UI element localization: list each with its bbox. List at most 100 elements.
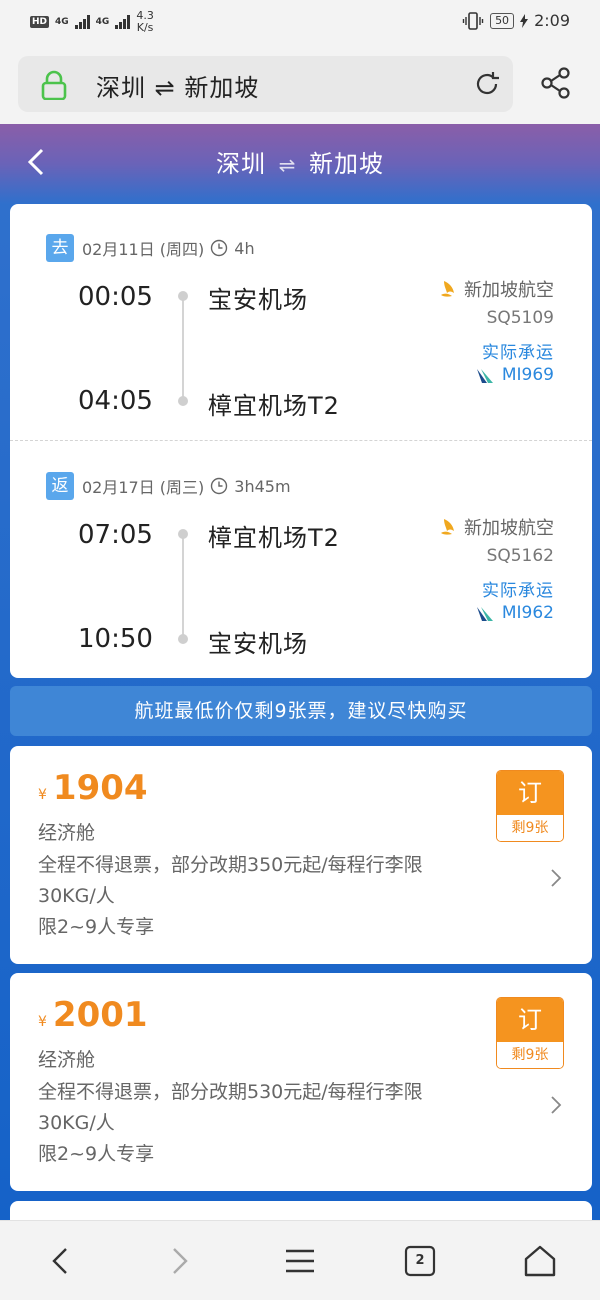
outbound-arrival-airport: 樟宜机场T2 xyxy=(208,392,340,420)
outbound-date: 02月11日 (周四) xyxy=(82,240,205,259)
return-operating-flight-number: MI962 xyxy=(501,603,554,623)
route-line xyxy=(182,534,184,640)
tab-count: 2 xyxy=(415,1253,425,1268)
return-arrival-airport: 宝安机场 xyxy=(208,630,308,658)
reload-icon[interactable] xyxy=(473,70,501,98)
return-airline-name: 新加坡航空 xyxy=(464,518,554,539)
cabin-class: 经济舱 xyxy=(38,1049,96,1071)
outbound-airline-name: 新加坡航空 xyxy=(464,280,554,301)
return-flight-number: SQ5162 xyxy=(486,546,554,566)
signal-icon-2 xyxy=(115,15,131,29)
return-arrival-time: 10:50 xyxy=(78,624,153,654)
singapore-airlines-logo-icon xyxy=(441,281,454,297)
nav-back-icon[interactable] xyxy=(48,1243,72,1279)
fare-rules: 全程不得退票，部分改期350元起/每程行李限30KG/人 限2~9人专享 xyxy=(38,850,458,943)
book-label: 订 xyxy=(497,771,563,815)
outbound-actual-carrier-label: 实际承运 xyxy=(482,343,554,363)
hd-indicator: HD xyxy=(30,16,50,28)
outbound-departure-airport: 宝安机场 xyxy=(208,286,308,314)
signal-icon xyxy=(74,15,90,29)
status-right: 50 2:09 xyxy=(462,11,570,30)
outbound-duration: 4h xyxy=(234,238,255,258)
tabs-button[interactable]: 2 xyxy=(403,1243,437,1279)
tickets-remaining: 剩9张 xyxy=(497,1042,563,1068)
app-header: 深圳 ⇌ 新加坡 xyxy=(0,124,600,204)
fare-card[interactable]: ¥ 2001 经济舱 全程不得退票，部分改期530元起/每程行李限30KG/人 … xyxy=(10,973,592,1191)
refund-baggage-rule: 全程不得退票，部分改期350元起/每程行李限30KG/人 xyxy=(38,854,423,907)
price-value: 2001 xyxy=(52,995,148,1035)
refund-baggage-rule: 全程不得退票，部分改期530元起/每程行李限30KG/人 xyxy=(38,1081,423,1134)
currency-symbol: ¥ xyxy=(38,787,47,803)
return-actual-carrier-label: 实际承运 xyxy=(482,581,554,601)
vibrate-icon xyxy=(462,11,484,30)
status-left: HD 4G 4G 4.3 K/s xyxy=(30,10,154,34)
title-from: 深圳 xyxy=(215,150,266,178)
segment-divider xyxy=(10,440,592,441)
outbound-segment: 去 02月11日 (周四) 4h 00:05 04:05 宝安机场 樟宜机场T2… xyxy=(10,204,592,440)
address-text[interactable]: 深圳 ⇌ 新加坡 xyxy=(96,68,259,103)
share-icon[interactable] xyxy=(540,66,572,100)
nav-forward-icon[interactable] xyxy=(168,1243,192,1279)
fare-card[interactable]: ¥ 1904 经济舱 全程不得退票，部分改期350元起/每程行李限30KG/人 … xyxy=(10,746,592,964)
clock-time: 2:09 xyxy=(534,11,570,30)
singapore-airlines-logo-icon xyxy=(441,519,454,535)
outbound-departure-time: 00:05 xyxy=(78,282,153,312)
return-departure-airport: 樟宜机场T2 xyxy=(208,524,340,552)
network-type-1: 4G xyxy=(55,16,69,27)
outbound-tag: 去 xyxy=(46,234,74,262)
tickets-remaining: 剩9张 xyxy=(497,815,563,841)
browser-toolbar: 深圳 ⇌ 新加坡 xyxy=(0,44,600,124)
chevron-right-icon[interactable] xyxy=(550,1095,562,1115)
outbound-flight-number: SQ5109 xyxy=(486,308,554,328)
outbound-operating-flight-number: MI969 xyxy=(501,365,554,385)
cabin-class: 经济舱 xyxy=(38,822,96,844)
outbound-arrival-time: 04:05 xyxy=(78,386,153,416)
title-to: 新加坡 xyxy=(309,150,385,178)
silkair-logo-icon xyxy=(476,369,493,383)
book-button[interactable]: 订 剩9张 xyxy=(496,997,564,1069)
low-inventory-notice: 航班最低价仅剩9张票，建议尽快购买 xyxy=(10,686,592,736)
return-airline: 新加坡航空 xyxy=(438,514,554,540)
price-value: 1904 xyxy=(52,768,148,808)
currency-symbol: ¥ xyxy=(38,1014,47,1030)
route-dot-end xyxy=(178,634,188,644)
lock-icon xyxy=(41,70,67,100)
route-dot-start xyxy=(178,291,188,301)
swap-arrow: ⇌ xyxy=(278,153,297,177)
return-date: 02月17日 (周三) xyxy=(82,478,205,497)
book-label: 订 xyxy=(497,998,563,1042)
return-departure-time: 07:05 xyxy=(78,520,153,550)
route-line xyxy=(182,296,184,402)
charging-icon xyxy=(520,13,529,28)
address-bar[interactable]: 深圳 ⇌ 新加坡 xyxy=(18,56,513,112)
return-info: 02月17日 (周三) 3h45m xyxy=(82,474,291,498)
return-tag: 返 xyxy=(46,472,74,500)
return-duration: 3h45m xyxy=(234,476,291,496)
menu-icon[interactable] xyxy=(284,1243,316,1279)
browser-bottom-nav: 2 xyxy=(0,1220,600,1300)
chevron-right-icon[interactable] xyxy=(550,868,562,888)
book-button[interactable]: 订 剩9张 xyxy=(496,770,564,842)
clock-icon xyxy=(211,239,228,257)
battery-indicator: 50 xyxy=(490,12,515,29)
fare-price: ¥ 2001 xyxy=(38,995,148,1035)
return-operating-flight: MI962 xyxy=(476,603,554,623)
flight-detail-card: 去 02月11日 (周四) 4h 00:05 04:05 宝安机场 樟宜机场T2… xyxy=(10,204,592,678)
route-dot-end xyxy=(178,396,188,406)
fare-price: ¥ 1904 xyxy=(38,768,148,808)
route-dot-start xyxy=(178,529,188,539)
page-title: 深圳 ⇌ 新加坡 xyxy=(0,144,600,179)
outbound-info: 02月11日 (周四) 4h xyxy=(82,236,255,260)
passenger-limit: 限2~9人专享 xyxy=(38,916,155,938)
network-speed: 4.3 K/s xyxy=(136,10,154,34)
passenger-limit: 限2~9人专享 xyxy=(38,1143,155,1165)
outbound-airline: 新加坡航空 xyxy=(438,276,554,302)
clock-icon xyxy=(211,477,228,495)
network-type-2: 4G xyxy=(95,16,110,27)
home-icon[interactable] xyxy=(522,1243,558,1279)
status-bar: HD 4G 4G 4.3 K/s 50 2:09 xyxy=(0,0,600,44)
fare-rules: 全程不得退票，部分改期530元起/每程行李限30KG/人 限2~9人专享 xyxy=(38,1077,458,1170)
silkair-logo-icon xyxy=(476,607,493,621)
outbound-operating-flight: MI969 xyxy=(476,365,554,385)
return-segment: 返 02月17日 (周三) 3h45m 07:05 10:50 樟宜机场T2 宝… xyxy=(10,442,592,678)
